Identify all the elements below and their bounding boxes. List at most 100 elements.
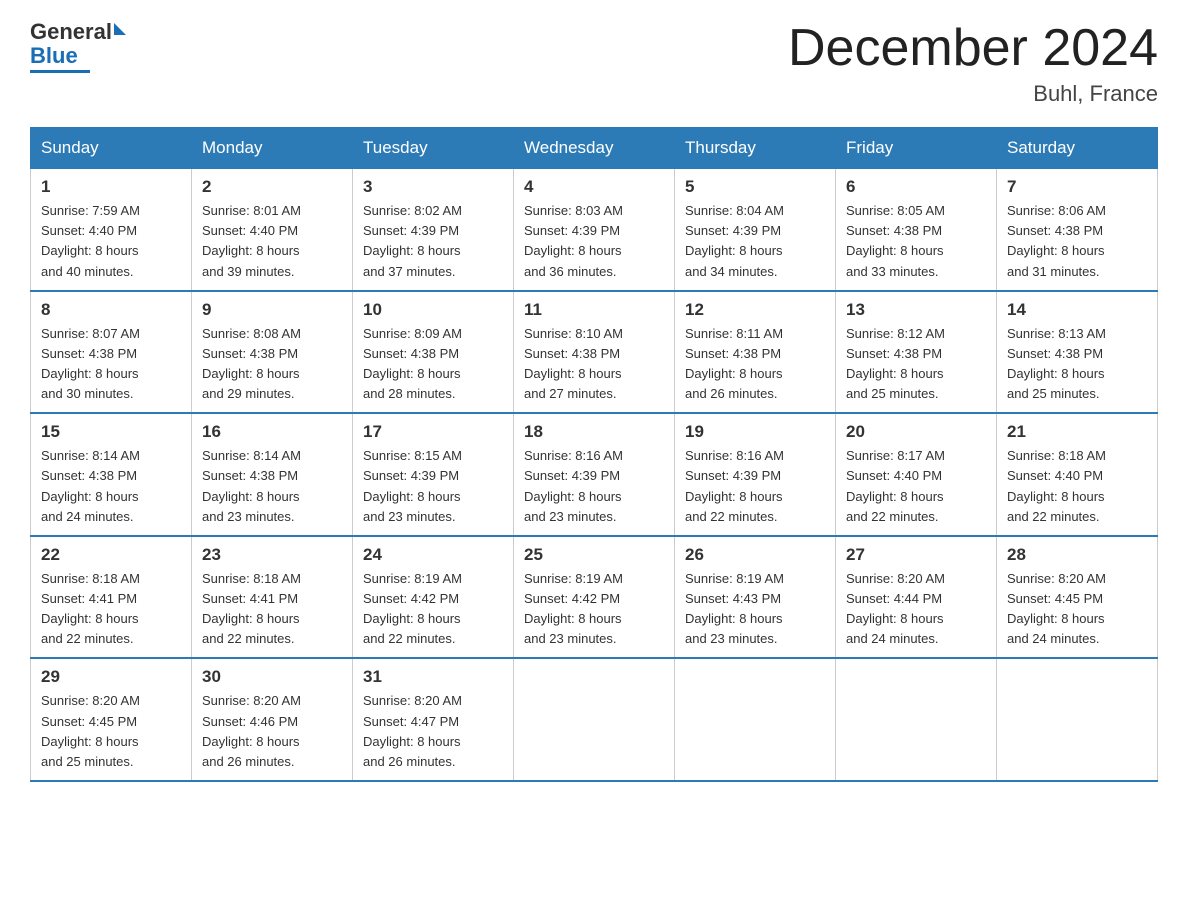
- day-number: 22: [41, 545, 181, 565]
- calendar-header: Sunday Monday Tuesday Wednesday Thursday…: [31, 128, 1158, 169]
- table-row: [997, 658, 1158, 781]
- day-info: Sunrise: 8:07 AMSunset: 4:38 PMDaylight:…: [41, 324, 181, 405]
- table-row: [675, 658, 836, 781]
- day-number: 13: [846, 300, 986, 320]
- day-number: 17: [363, 422, 503, 442]
- day-number: 6: [846, 177, 986, 197]
- logo-blue-text: Blue: [30, 43, 78, 68]
- header-wednesday: Wednesday: [514, 128, 675, 169]
- table-row: 28 Sunrise: 8:20 AMSunset: 4:45 PMDayligh…: [997, 536, 1158, 659]
- table-row: 22 Sunrise: 8:18 AMSunset: 4:41 PMDayligh…: [31, 536, 192, 659]
- table-row: 27Sunrise: 8:20 AMSunset: 4:44 PMDayligh…: [836, 536, 997, 659]
- day-info: Sunrise: 8:18 AMSunset: 4:41 PMDaylight:…: [41, 569, 181, 650]
- day-number: 1: [41, 177, 181, 197]
- calendar-week-2: 8 Sunrise: 8:07 AMSunset: 4:38 PMDaylight…: [31, 291, 1158, 414]
- day-number: 15: [41, 422, 181, 442]
- day-info: Sunrise: 8:19 AMSunset: 4:42 PMDaylight:…: [524, 569, 664, 650]
- table-row: 8 Sunrise: 8:07 AMSunset: 4:38 PMDaylight…: [31, 291, 192, 414]
- table-row: 25 Sunrise: 8:19 AMSunset: 4:42 PMDayligh…: [514, 536, 675, 659]
- day-number: 18: [524, 422, 664, 442]
- table-row: 23Sunrise: 8:18 AMSunset: 4:41 PMDayligh…: [192, 536, 353, 659]
- header-thursday: Thursday: [675, 128, 836, 169]
- table-row: 26Sunrise: 8:19 AMSunset: 4:43 PMDayligh…: [675, 536, 836, 659]
- table-row: 6 Sunrise: 8:05 AMSunset: 4:38 PMDaylight…: [836, 169, 997, 291]
- table-row: 14 Sunrise: 8:13 AMSunset: 4:38 PMDayligh…: [997, 291, 1158, 414]
- calendar-week-3: 15 Sunrise: 8:14 AMSunset: 4:38 PMDayligh…: [31, 413, 1158, 536]
- calendar-body: 1 Sunrise: 7:59 AMSunset: 4:40 PMDaylight…: [31, 169, 1158, 781]
- day-info: Sunrise: 8:15 AMSunset: 4:39 PMDaylight:…: [363, 446, 503, 527]
- table-row: 16Sunrise: 8:14 AMSunset: 4:38 PMDayligh…: [192, 413, 353, 536]
- day-number: 8: [41, 300, 181, 320]
- calendar-week-5: 29 Sunrise: 8:20 AMSunset: 4:45 PMDayligh…: [31, 658, 1158, 781]
- day-info: Sunrise: 8:20 AMSunset: 4:45 PMDaylight:…: [41, 691, 181, 772]
- day-number: 19: [685, 422, 825, 442]
- day-number: 24: [363, 545, 503, 565]
- main-title: December 2024: [788, 20, 1158, 77]
- day-info: Sunrise: 8:11 AMSunset: 4:38 PMDaylight:…: [685, 324, 825, 405]
- table-row: 15 Sunrise: 8:14 AMSunset: 4:38 PMDayligh…: [31, 413, 192, 536]
- day-number: 23: [202, 545, 342, 565]
- day-number: 4: [524, 177, 664, 197]
- day-number: 2: [202, 177, 342, 197]
- calendar-week-1: 1 Sunrise: 7:59 AMSunset: 4:40 PMDaylight…: [31, 169, 1158, 291]
- day-info: Sunrise: 7:59 AMSunset: 4:40 PMDaylight:…: [41, 201, 181, 282]
- day-info: Sunrise: 8:09 AMSunset: 4:38 PMDaylight:…: [363, 324, 503, 405]
- table-row: 24 Sunrise: 8:19 AMSunset: 4:42 PMDayligh…: [353, 536, 514, 659]
- day-info: Sunrise: 8:20 AMSunset: 4:45 PMDaylight:…: [1007, 569, 1147, 650]
- day-info: Sunrise: 8:03 AMSunset: 4:39 PMDaylight:…: [524, 201, 664, 282]
- title-block: December 2024 Buhl, France: [788, 20, 1158, 107]
- table-row: 13 Sunrise: 8:12 AMSunset: 4:38 PMDayligh…: [836, 291, 997, 414]
- day-info: Sunrise: 8:10 AMSunset: 4:38 PMDaylight:…: [524, 324, 664, 405]
- day-number: 7: [1007, 177, 1147, 197]
- day-info: Sunrise: 8:16 AMSunset: 4:39 PMDaylight:…: [524, 446, 664, 527]
- table-row: 17 Sunrise: 8:15 AMSunset: 4:39 PMDayligh…: [353, 413, 514, 536]
- header-tuesday: Tuesday: [353, 128, 514, 169]
- header-monday: Monday: [192, 128, 353, 169]
- day-number: 3: [363, 177, 503, 197]
- page-header: General Blue December 2024 Buhl, France: [30, 20, 1158, 107]
- day-info: Sunrise: 8:19 AMSunset: 4:42 PMDaylight:…: [363, 569, 503, 650]
- day-number: 28: [1007, 545, 1147, 565]
- day-info: Sunrise: 8:04 AMSunset: 4:39 PMDaylight:…: [685, 201, 825, 282]
- logo-underline: [30, 70, 90, 73]
- day-info: Sunrise: 8:18 AMSunset: 4:40 PMDaylight:…: [1007, 446, 1147, 527]
- day-info: Sunrise: 8:17 AMSunset: 4:40 PMDaylight:…: [846, 446, 986, 527]
- day-number: 5: [685, 177, 825, 197]
- header-friday: Friday: [836, 128, 997, 169]
- table-row: 12 Sunrise: 8:11 AMSunset: 4:38 PMDayligh…: [675, 291, 836, 414]
- day-number: 21: [1007, 422, 1147, 442]
- calendar-week-4: 22 Sunrise: 8:18 AMSunset: 4:41 PMDayligh…: [31, 536, 1158, 659]
- day-number: 30: [202, 667, 342, 687]
- day-info: Sunrise: 8:20 AMSunset: 4:44 PMDaylight:…: [846, 569, 986, 650]
- table-row: 20 Sunrise: 8:17 AMSunset: 4:40 PMDayligh…: [836, 413, 997, 536]
- day-number: 10: [363, 300, 503, 320]
- day-info: Sunrise: 8:14 AMSunset: 4:38 PMDaylight:…: [202, 446, 342, 527]
- day-number: 20: [846, 422, 986, 442]
- day-info: Sunrise: 8:05 AMSunset: 4:38 PMDaylight:…: [846, 201, 986, 282]
- table-row: 1 Sunrise: 7:59 AMSunset: 4:40 PMDaylight…: [31, 169, 192, 291]
- day-info: Sunrise: 8:20 AMSunset: 4:46 PMDaylight:…: [202, 691, 342, 772]
- day-info: Sunrise: 8:02 AMSunset: 4:39 PMDaylight:…: [363, 201, 503, 282]
- header-sunday: Sunday: [31, 128, 192, 169]
- table-row: 10 Sunrise: 8:09 AMSunset: 4:38 PMDayligh…: [353, 291, 514, 414]
- header-saturday: Saturday: [997, 128, 1158, 169]
- day-info: Sunrise: 8:14 AMSunset: 4:38 PMDaylight:…: [41, 446, 181, 527]
- day-number: 14: [1007, 300, 1147, 320]
- day-info: Sunrise: 8:12 AMSunset: 4:38 PMDaylight:…: [846, 324, 986, 405]
- day-number: 25: [524, 545, 664, 565]
- day-number: 12: [685, 300, 825, 320]
- logo-triangle-icon: [114, 23, 126, 35]
- day-info: Sunrise: 8:13 AMSunset: 4:38 PMDaylight:…: [1007, 324, 1147, 405]
- day-number: 29: [41, 667, 181, 687]
- table-row: 31 Sunrise: 8:20 AMSunset: 4:47 PMDayligh…: [353, 658, 514, 781]
- table-row: 19Sunrise: 8:16 AMSunset: 4:39 PMDayligh…: [675, 413, 836, 536]
- day-info: Sunrise: 8:19 AMSunset: 4:43 PMDaylight:…: [685, 569, 825, 650]
- day-info: Sunrise: 8:20 AMSunset: 4:47 PMDaylight:…: [363, 691, 503, 772]
- table-row: 9Sunrise: 8:08 AMSunset: 4:38 PMDaylight…: [192, 291, 353, 414]
- day-number: 31: [363, 667, 503, 687]
- day-number: 9: [202, 300, 342, 320]
- table-row: 18 Sunrise: 8:16 AMSunset: 4:39 PMDayligh…: [514, 413, 675, 536]
- table-row: 21 Sunrise: 8:18 AMSunset: 4:40 PMDayligh…: [997, 413, 1158, 536]
- logo: General Blue: [30, 20, 126, 73]
- table-row: 3 Sunrise: 8:02 AMSunset: 4:39 PMDaylight…: [353, 169, 514, 291]
